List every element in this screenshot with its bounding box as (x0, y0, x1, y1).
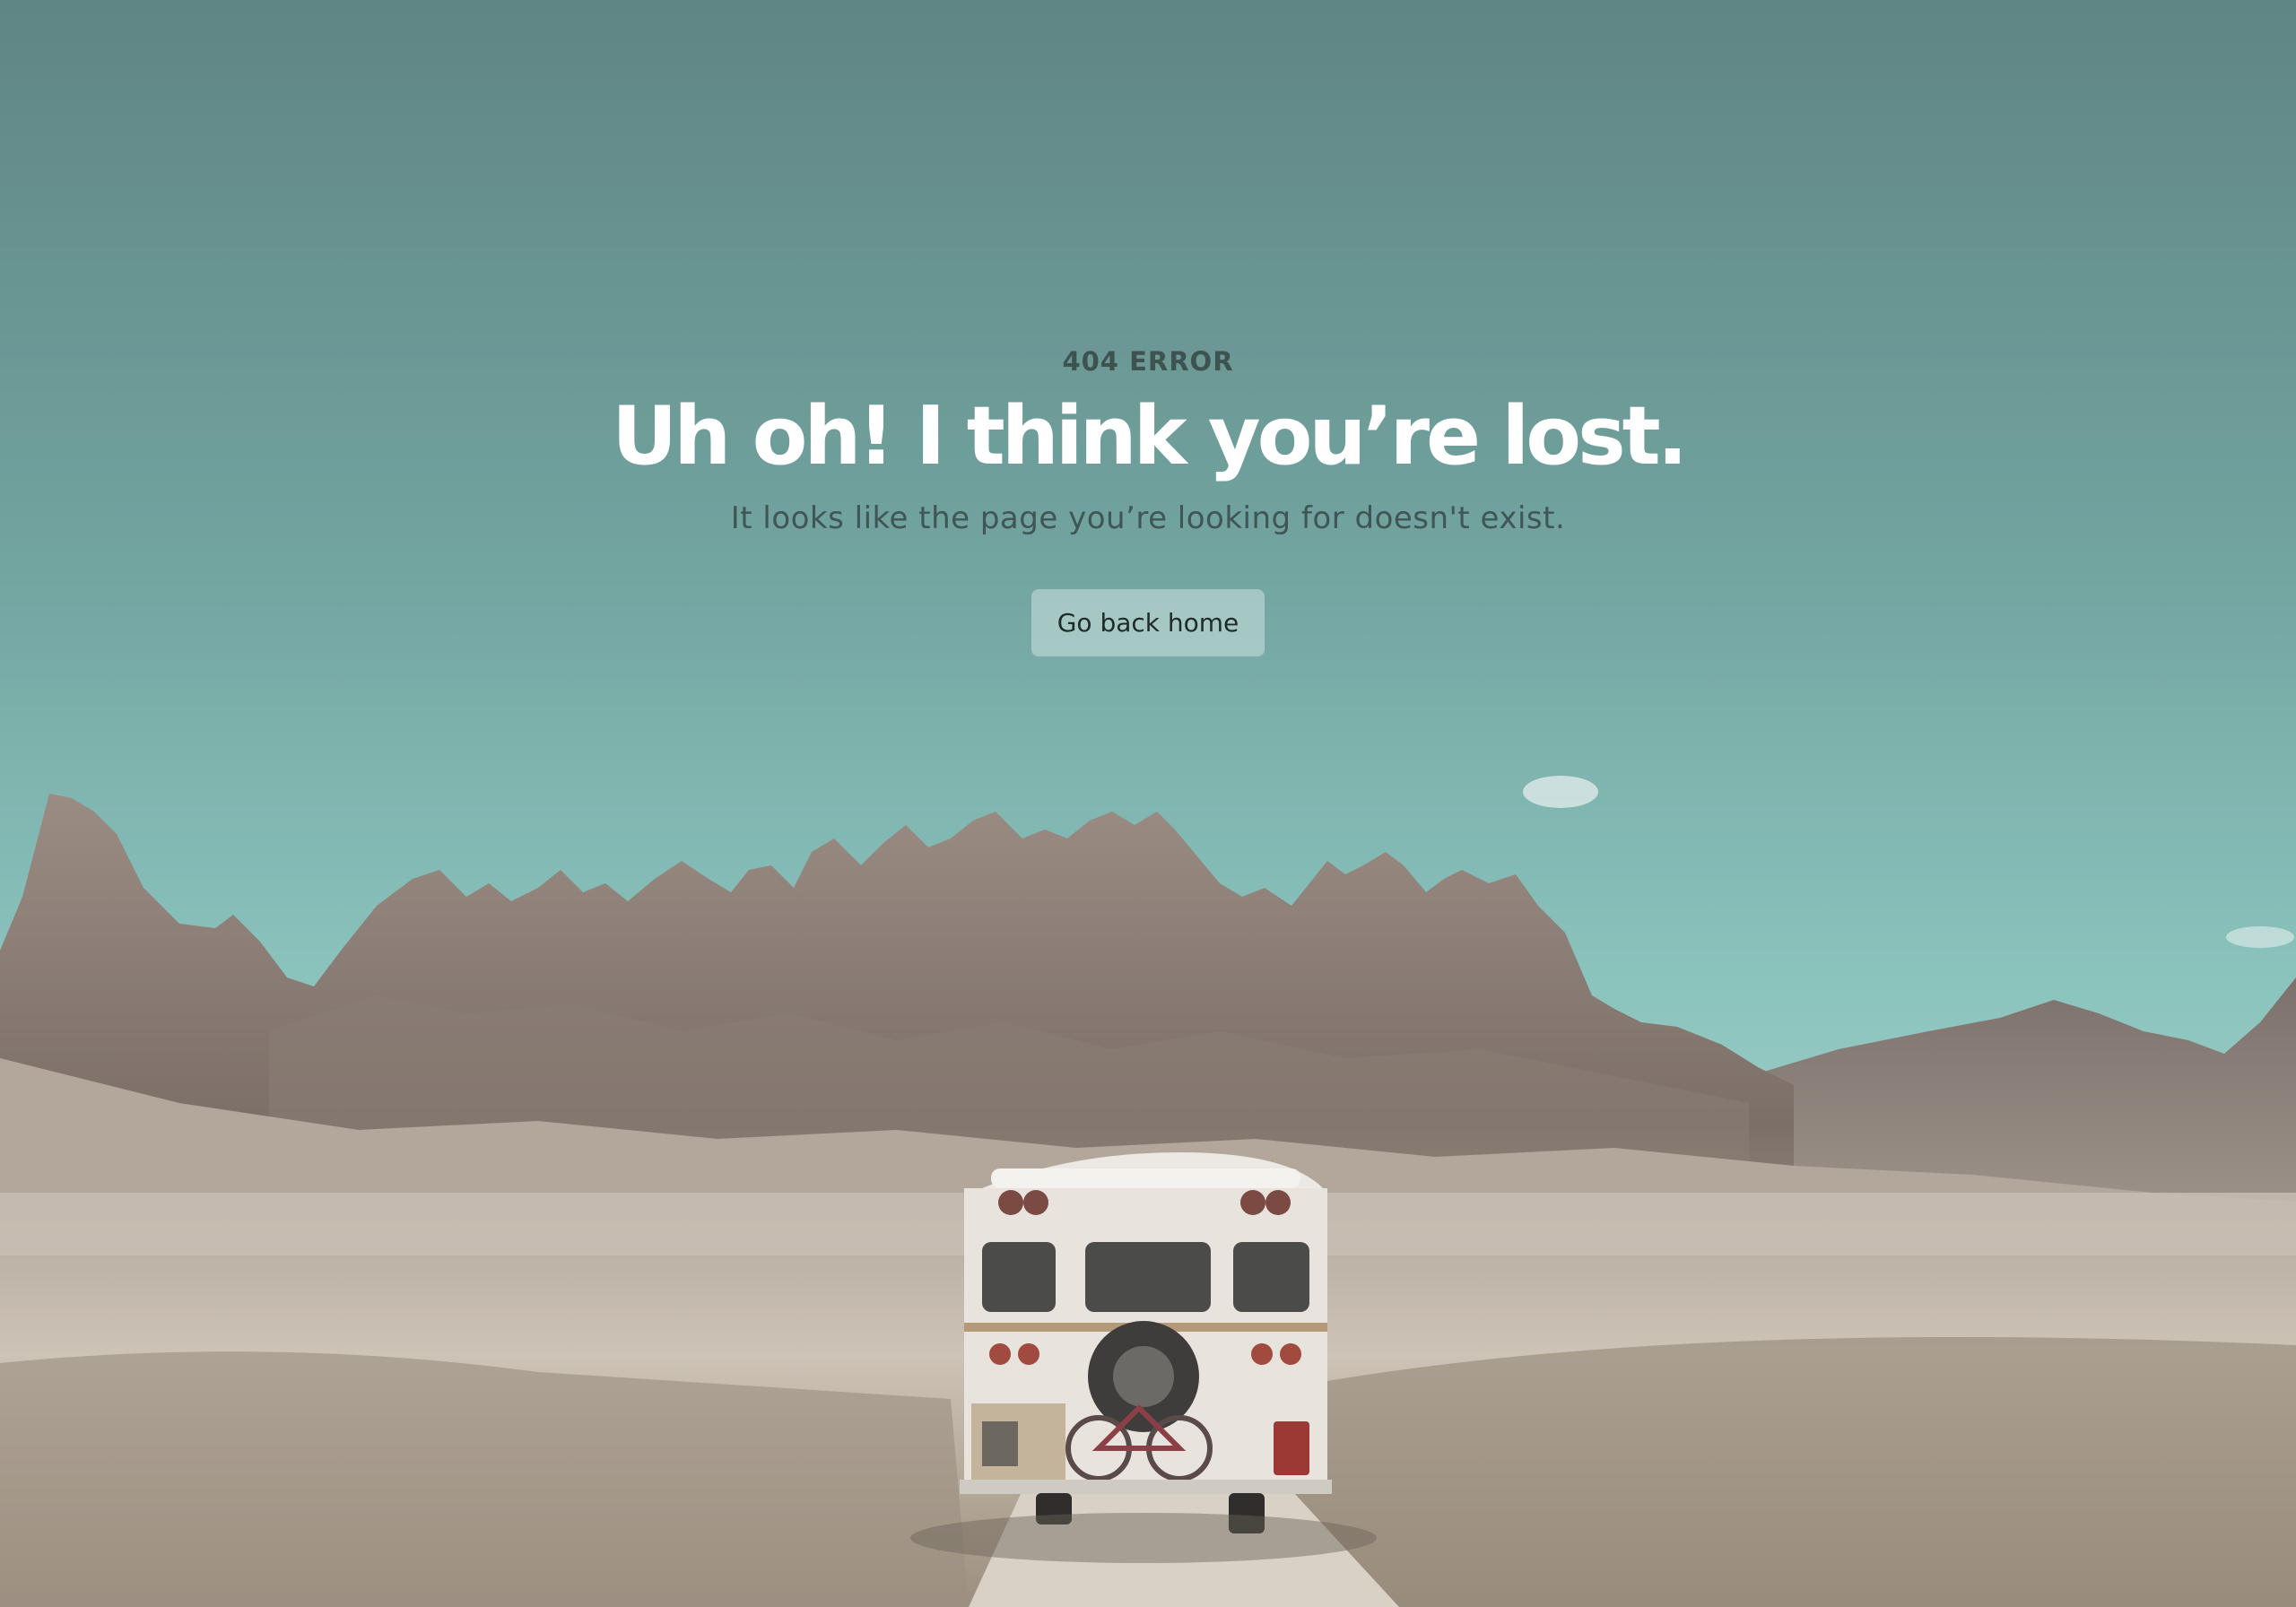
error-message: It looks like the page you’re looking fo… (730, 500, 1566, 536)
error-headline: Uh oh! I think you’re lost. (612, 389, 1688, 483)
error-code-label: 404 ERROR (1062, 346, 1234, 377)
cloud (1523, 776, 1598, 808)
cloud (2226, 926, 2294, 948)
go-back-home-button[interactable]: Go back home (1031, 589, 1265, 656)
scrub-right (1256, 1337, 2296, 1607)
background-photo (0, 0, 2296, 1607)
